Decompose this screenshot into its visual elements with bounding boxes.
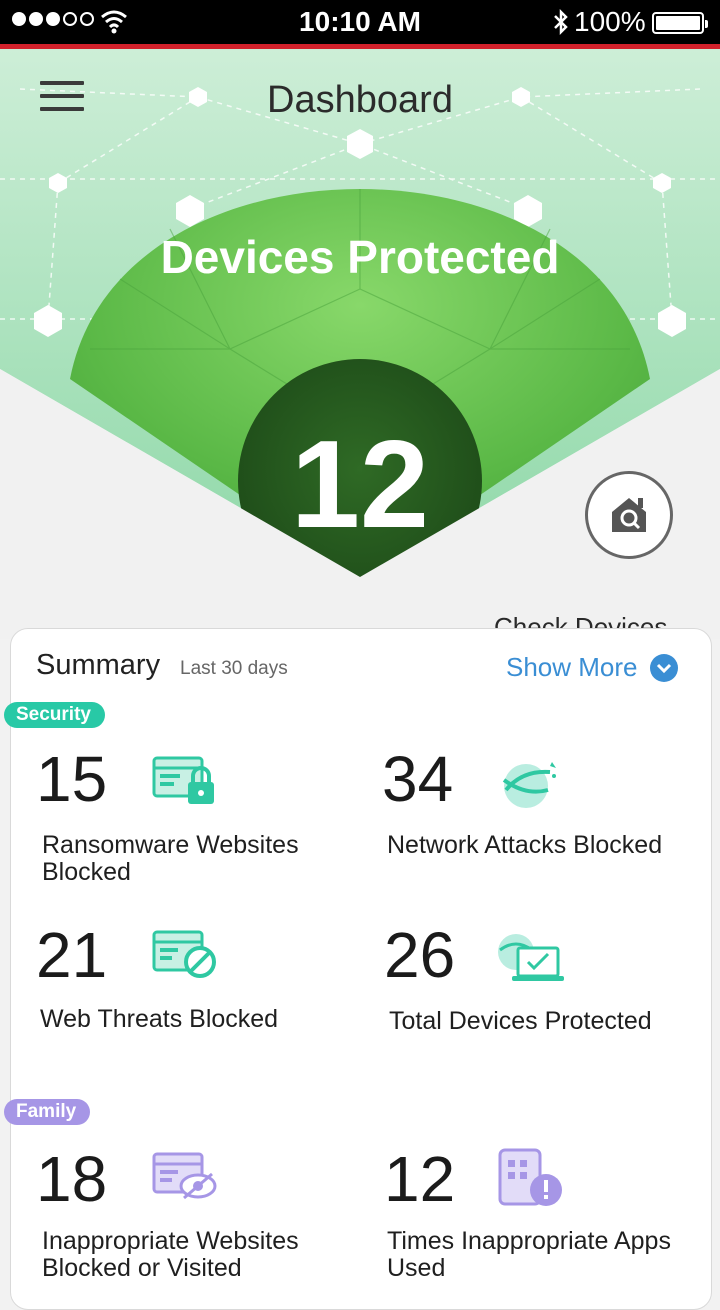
ransomware-count: 15 xyxy=(36,743,108,815)
house-search-icon xyxy=(612,498,646,532)
browser-lock-icon xyxy=(152,756,214,804)
devices-protected-icon xyxy=(498,934,564,981)
inappropriate-websites-count: 18 xyxy=(36,1143,108,1215)
total-devices-count: 26 xyxy=(384,919,456,991)
browser-blocked-icon xyxy=(152,930,216,978)
hero-section: Dashboard Devices Protected 12 Check Dev… xyxy=(0,49,720,639)
total-devices-label: Total Devices Protected xyxy=(389,1007,652,1035)
battery-percent: 100% xyxy=(574,6,646,37)
browser-hidden-icon xyxy=(152,1152,217,1200)
page-title: Dashboard xyxy=(267,79,453,121)
chevron-down-icon xyxy=(649,653,678,682)
family-badge: Family xyxy=(4,1099,91,1125)
show-more-label: Show More xyxy=(506,652,638,682)
inappropriate-apps-count: 12 xyxy=(384,1143,456,1215)
ransomware-label: Ransomware Websites Blocked xyxy=(42,831,299,886)
summary-title: Summary xyxy=(36,649,161,681)
app-alert-icon xyxy=(498,1148,562,1206)
inappropriate-apps-label: Times Inappropriate Apps Used xyxy=(387,1227,671,1282)
web-threats-label: Web Threats Blocked xyxy=(40,1005,279,1033)
summary-card xyxy=(10,628,712,1310)
bluetooth-icon xyxy=(554,8,568,36)
network-attacks-label: Network Attacks Blocked xyxy=(387,831,663,859)
network-attacks-count: 34 xyxy=(382,743,454,815)
battery-icon xyxy=(652,12,708,34)
security-badge: Security xyxy=(4,702,105,728)
network-attack-icon xyxy=(502,762,556,808)
show-more-link[interactable]: Show More xyxy=(506,652,678,683)
status-bar: 10:10 AM 100% xyxy=(0,0,720,44)
check-devices-button[interactable] xyxy=(585,471,673,559)
devices-protected-label: Devices Protected xyxy=(160,231,560,283)
inappropriate-websites-label: Inappropriate Websites Blocked or Visite… xyxy=(42,1227,299,1282)
web-threats-count: 21 xyxy=(36,919,108,991)
summary-period: Last 30 days xyxy=(180,658,288,679)
